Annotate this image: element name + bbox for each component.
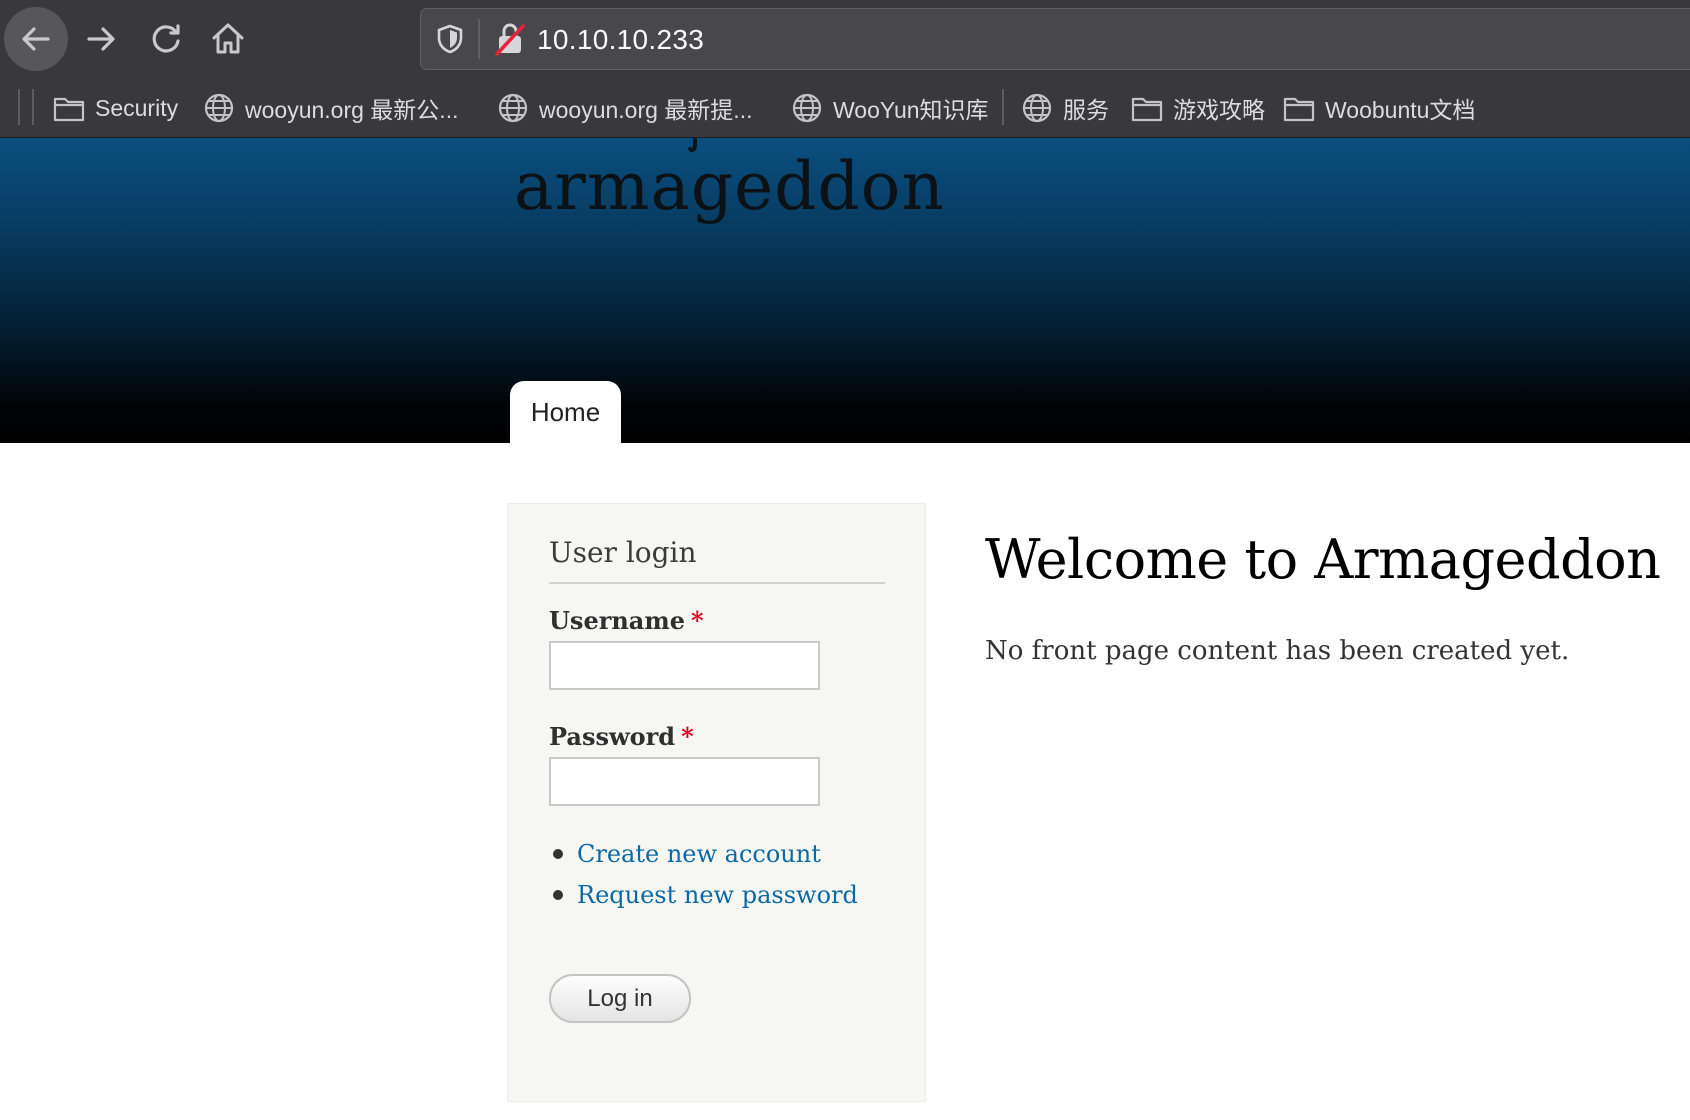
reload-button[interactable] (134, 7, 198, 71)
folder-icon (53, 97, 85, 122)
url-text[interactable]: 10.10.10.233 (537, 24, 704, 56)
required-marker: * (691, 606, 704, 635)
bookmark-label: 游戏攻略 (1173, 97, 1265, 123)
bookmark-label: Woobuntu文档 (1325, 97, 1476, 123)
folder-icon (1131, 97, 1163, 122)
bookmark-label: Security (95, 94, 179, 121)
forward-button[interactable] (70, 7, 134, 71)
folder-icon (1283, 97, 1315, 122)
create-account-link[interactable]: Create new account (577, 840, 821, 868)
home-icon (212, 23, 244, 54)
site-header: armageddon Home (0, 138, 1690, 443)
insecure-lock-icon[interactable] (493, 21, 527, 57)
password-field[interactable] (549, 757, 820, 806)
globe-icon (204, 93, 234, 123)
tab-home[interactable]: Home (510, 381, 621, 443)
globe-icon (1022, 93, 1052, 123)
user-login-block: User login Username * Password * Create ne… (507, 503, 926, 1102)
bookmarks-bar: Security wooyun.org 最新公... wooyun.org 最新… (0, 76, 1690, 138)
bookmark-wooyun-latest-submit[interactable]: wooyun.org 最新提... (496, 90, 752, 126)
list-item: Create new account (549, 840, 821, 868)
bookmark-separator (1002, 89, 1004, 125)
login-button[interactable]: Log in (549, 974, 691, 1023)
password-label-text: Password (549, 722, 676, 751)
bookmark-separator (32, 89, 34, 125)
bullet (553, 890, 563, 900)
browser-toolbar: 10.10.10.233 (0, 0, 1690, 76)
bookmark-label: wooyun.org 最新公... (245, 97, 459, 123)
page-title: Welcome to Armageddon (985, 528, 1661, 591)
back-button[interactable] (4, 7, 68, 71)
bookmark-game-guides[interactable]: 游戏攻略 (1130, 90, 1265, 126)
bookmark-label: WooYun知识库 (833, 97, 989, 123)
bookmark-wooyun-knowledge[interactable]: WooYun知识库 (790, 90, 989, 126)
address-bar[interactable]: 10.10.10.233 (420, 8, 1690, 70)
bookmark-services[interactable]: 服务 (1020, 90, 1109, 126)
bookmark-security[interactable]: Security (52, 90, 178, 126)
site-name[interactable]: armageddon (514, 148, 945, 225)
password-label: Password * (549, 722, 694, 751)
address-bar-divider (478, 19, 480, 59)
login-title: User login (549, 536, 697, 569)
shield-icon[interactable] (433, 22, 467, 56)
username-field[interactable] (549, 641, 820, 690)
bullet (553, 849, 563, 859)
arrow-left-icon (22, 27, 50, 51)
request-password-link[interactable]: Request new password (577, 881, 858, 909)
username-label-text: Username (549, 606, 686, 635)
required-marker: * (681, 722, 694, 751)
arrow-right-icon (87, 27, 115, 51)
bookmark-separator (18, 89, 20, 125)
globe-icon (498, 93, 528, 123)
username-label: Username * (549, 606, 704, 635)
globe-icon (792, 93, 822, 123)
bookmark-woobuntu-docs[interactable]: Woobuntu文档 (1282, 90, 1475, 126)
divider (549, 582, 885, 584)
front-page-message: No front page content has been created y… (985, 636, 1570, 666)
bookmark-label: wooyun.org 最新提... (539, 97, 753, 123)
list-item: Request new password (549, 881, 858, 909)
bookmark-label: 服务 (1063, 97, 1109, 123)
bookmark-wooyun-latest-public[interactable]: wooyun.org 最新公... (202, 90, 458, 126)
reload-icon (152, 24, 180, 53)
home-button[interactable] (196, 7, 260, 71)
